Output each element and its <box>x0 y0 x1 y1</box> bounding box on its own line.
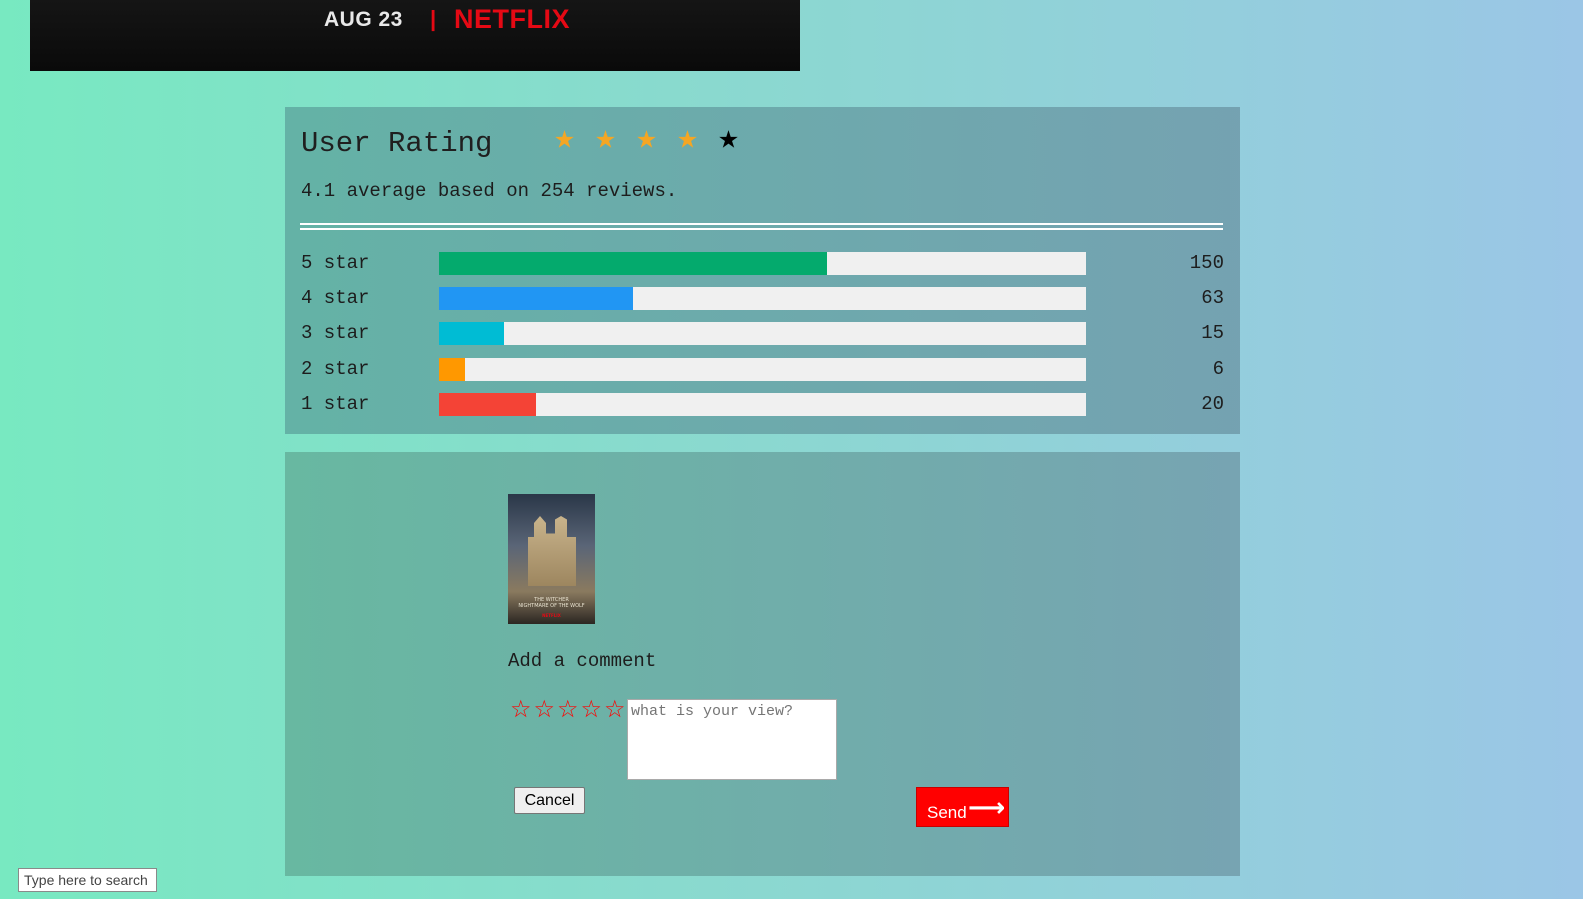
rating-row-3: 3 star 15 <box>301 322 1224 345</box>
poster-title: THE WITCHER NIGHTMARE OF THE WOLF <box>518 597 585 609</box>
user-rating-panel: User Rating ★ ★ ★ ★ ★ 4.1 average based … <box>285 107 1240 434</box>
poster-brand: NETFLIX <box>542 613 561 618</box>
row-label: 2 star <box>301 358 370 380</box>
bar-fill <box>439 358 465 381</box>
star-filled-icon: ★ <box>636 121 657 159</box>
rating-row-2: 2 star 6 <box>301 358 1224 381</box>
arrow-right-icon: ⟶ <box>968 792 1006 822</box>
average-stars: ★ ★ ★ ★ ★ <box>547 123 746 157</box>
row-label: 4 star <box>301 287 370 309</box>
rating-row-1: 1 star 20 <box>301 393 1224 416</box>
bar-track <box>439 393 1086 416</box>
release-date: AUG 23 <box>324 8 403 31</box>
movie-banner: AUG 23 | NETFLIX <box>30 0 800 71</box>
star-outline-icon[interactable]: ☆ <box>604 696 628 722</box>
taskbar-search-input[interactable] <box>18 868 157 892</box>
divider <box>300 223 1223 230</box>
bar-fill <box>439 287 634 310</box>
star-filled-icon: ★ <box>677 121 698 159</box>
star-outline-icon[interactable]: ☆ <box>534 696 558 722</box>
row-count: 6 <box>1212 358 1224 380</box>
bar-track <box>439 287 1086 310</box>
bar-fill <box>439 252 828 275</box>
bar-track <box>439 322 1086 345</box>
bar-fill <box>439 322 504 345</box>
star-filled-icon: ★ <box>595 121 616 159</box>
star-outline-icon[interactable]: ☆ <box>581 696 605 722</box>
rating-title: User Rating <box>301 127 493 160</box>
send-button[interactable]: Send ⟶ <box>916 787 1009 827</box>
add-comment-heading: Add a comment <box>508 650 657 672</box>
row-count: 150 <box>1189 252 1224 274</box>
bar-track <box>439 358 1086 381</box>
comment-panel <box>285 452 1240 876</box>
row-label: 5 star <box>301 252 370 274</box>
star-empty-icon: ★ <box>718 121 739 159</box>
row-count: 20 <box>1201 393 1224 415</box>
star-outline-icon[interactable]: ☆ <box>557 696 581 722</box>
comment-textarea[interactable] <box>627 699 837 780</box>
rating-row-4: 4 star 63 <box>301 287 1224 310</box>
send-label: Send <box>927 803 967 822</box>
castle-image <box>528 516 576 586</box>
bar-fill <box>439 393 537 416</box>
row-count: 15 <box>1201 322 1224 344</box>
rating-row-5: 5 star 150 <box>301 252 1224 275</box>
cancel-button[interactable]: Cancel <box>514 787 585 814</box>
row-label: 1 star <box>301 393 370 415</box>
rating-summary: 4.1 average based on 254 reviews. <box>301 180 678 202</box>
movie-poster: THE WITCHER NIGHTMARE OF THE WOLF NETFLI… <box>508 494 595 624</box>
banner-separator: | <box>430 6 437 31</box>
row-count: 63 <box>1201 287 1224 309</box>
row-label: 3 star <box>301 322 370 344</box>
comment-star-rating: ☆ ☆ ☆ ☆ ☆ <box>510 696 628 722</box>
netflix-logo: NETFLIX <box>454 4 570 34</box>
star-outline-icon[interactable]: ☆ <box>510 696 534 722</box>
bar-track <box>439 252 1086 275</box>
star-filled-icon: ★ <box>554 121 575 159</box>
